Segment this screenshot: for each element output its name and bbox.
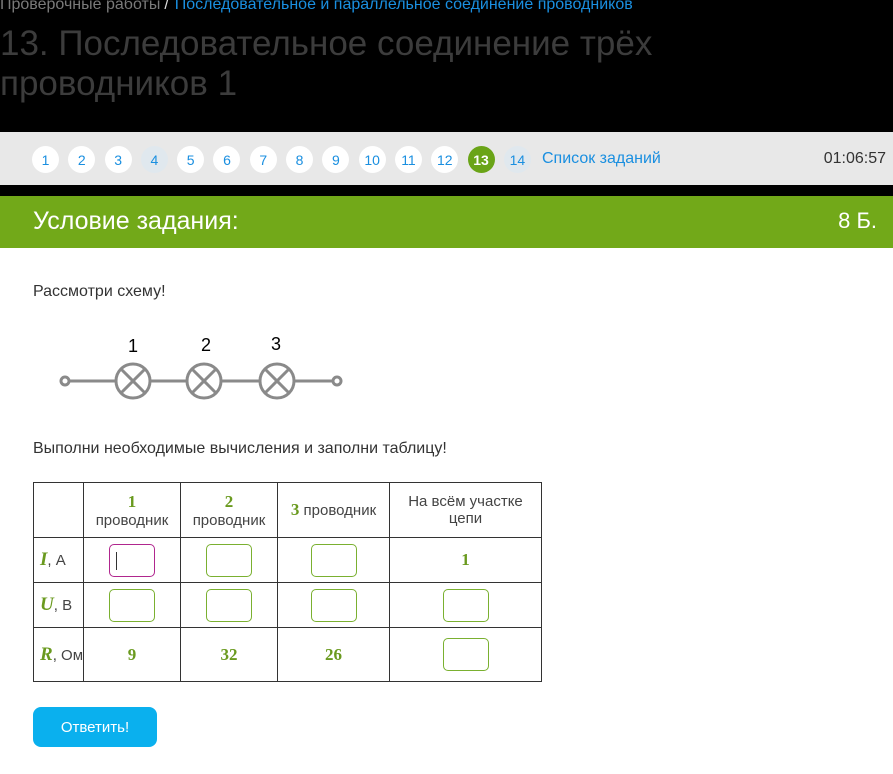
prompt-fill-table: Выполни необходимые вычисления и заполни… xyxy=(33,440,447,457)
header-text: проводник xyxy=(303,502,377,519)
header-text: проводник xyxy=(95,511,169,529)
lamp-label-2: 2 xyxy=(201,335,211,355)
divider-strip xyxy=(0,185,893,196)
table-row: I, А 1 xyxy=(33,537,542,583)
cell-R1: 9 xyxy=(83,627,181,682)
table-corner-cell xyxy=(33,482,84,538)
page-button-14[interactable]: 14 xyxy=(503,146,531,173)
page-button-13-active[interactable]: 13 xyxy=(467,146,495,173)
breadcrumb-parent-link[interactable]: Проверочные работы xyxy=(0,0,160,13)
table-row: R, Ом 9 32 26 xyxy=(33,627,542,682)
cell-R3: 26 xyxy=(277,627,390,682)
input-U3[interactable] xyxy=(310,588,357,622)
lamp-label-3: 3 xyxy=(271,334,281,354)
condition-title: Условие задания: xyxy=(33,207,239,235)
breadcrumb-current-link[interactable]: Последовательное и параллельное соединен… xyxy=(175,0,633,13)
breadcrumb: Проверочные работы / Последовательное и па… xyxy=(0,0,633,14)
submit-button[interactable]: Ответить! xyxy=(33,707,157,747)
value-R2: 32 xyxy=(220,644,238,664)
header-conductor-2: 2 проводник xyxy=(180,482,278,538)
page-button-2[interactable]: 2 xyxy=(68,146,96,173)
cell-U3 xyxy=(277,582,390,628)
input-R-total[interactable] xyxy=(442,638,489,671)
page-button-3[interactable]: 3 xyxy=(104,146,132,173)
task-navigation-bar: 1 2 3 4 5 6 7 8 9 10 11 12 13 14 Список … xyxy=(0,132,893,185)
input-U-total[interactable] xyxy=(442,588,489,622)
symbol-U: U xyxy=(40,594,54,615)
page-button-8[interactable]: 8 xyxy=(286,146,314,173)
cell-U1 xyxy=(83,582,181,628)
circuit-diagram: 1 2 3 xyxy=(59,334,343,400)
value-R1: 9 xyxy=(127,644,137,664)
header-text: На всём участке цепи xyxy=(408,493,523,527)
prompt-look-at-circuit: Рассмотри схему! xyxy=(33,283,166,300)
page-button-9[interactable]: 9 xyxy=(322,146,350,173)
row-label-resistance: R, Ом xyxy=(33,627,84,682)
timer: 01:06:57 xyxy=(823,150,886,167)
cell-I3 xyxy=(277,537,390,583)
page-number-list: 1 2 3 4 5 6 7 8 9 10 11 12 13 14 xyxy=(32,146,540,173)
unit-label: , Ом xyxy=(52,646,84,664)
text-caret xyxy=(116,551,117,570)
cell-I-total: 1 xyxy=(389,537,542,583)
header-whole-circuit: На всём участке цепи xyxy=(389,482,542,538)
header-text: проводник xyxy=(192,511,266,529)
input-I2[interactable] xyxy=(206,543,252,577)
condition-header: Условие задания: 8 Б. xyxy=(0,196,893,248)
breadcrumb-separator: / xyxy=(164,0,169,13)
page-header: Проверочные работы / Последовательное и па… xyxy=(0,0,893,132)
page-button-6[interactable]: 6 xyxy=(213,146,241,173)
page-button-5[interactable]: 5 xyxy=(177,146,205,173)
page-button-7[interactable]: 7 xyxy=(249,146,277,173)
page-button-11[interactable]: 11 xyxy=(394,146,422,173)
unit-label: , А xyxy=(47,552,66,569)
table-header-row: 1 проводник 2 проводник 3 проводник На всё… xyxy=(33,482,542,538)
header-conductor-3: 3 проводник xyxy=(277,482,390,538)
unit-label: , В xyxy=(53,597,73,614)
header-num: 3 xyxy=(290,500,300,519)
cell-R-total xyxy=(389,627,542,682)
symbol-R: R xyxy=(40,643,53,665)
header-conductor-1: 1 проводник xyxy=(83,482,181,538)
page-button-1[interactable]: 1 xyxy=(32,146,59,173)
page-button-12[interactable]: 12 xyxy=(431,146,459,173)
input-U2[interactable] xyxy=(206,588,252,622)
input-I1[interactable] xyxy=(109,543,155,577)
points-label: 8 Б. xyxy=(838,208,877,233)
lamp-label-1: 1 xyxy=(128,336,138,356)
row-label-current: I, А xyxy=(33,537,84,583)
value-R3: 26 xyxy=(325,644,342,664)
cell-I1 xyxy=(83,537,181,583)
value-I-total: 1 xyxy=(461,550,470,569)
header-num: 1 xyxy=(127,491,137,511)
cell-U2 xyxy=(180,582,278,628)
table-row: U, В xyxy=(33,582,542,628)
cell-U-total xyxy=(389,582,542,628)
cell-R2: 32 xyxy=(180,627,278,682)
cell-I2 xyxy=(180,537,278,583)
input-I3[interactable] xyxy=(310,543,357,577)
page-button-4[interactable]: 4 xyxy=(140,146,168,173)
input-U1[interactable] xyxy=(109,588,155,622)
row-label-voltage: U, В xyxy=(33,582,84,628)
answer-table: 1 проводник 2 проводник 3 проводник На всё… xyxy=(33,482,542,682)
page-button-10[interactable]: 10 xyxy=(358,146,386,173)
page-title: 13. Последовательное соединение трёх про… xyxy=(0,24,653,103)
task-list-link[interactable]: Список заданий xyxy=(542,150,661,168)
header-num: 2 xyxy=(224,491,234,511)
